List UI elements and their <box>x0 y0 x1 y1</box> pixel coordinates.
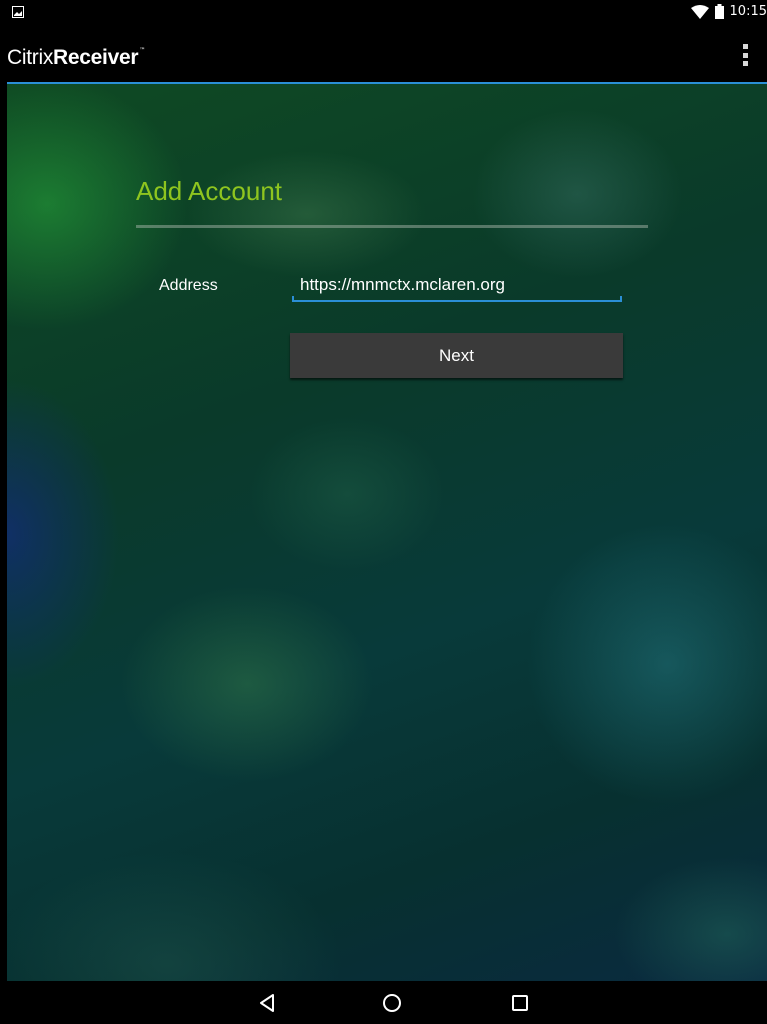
app-bar: CitrixReceiver™ <box>7 28 767 84</box>
app-frame: 10:15 CitrixReceiver™ Add Account Addres… <box>7 0 767 1024</box>
page-title: Add Account <box>136 176 282 206</box>
battery-icon <box>714 4 724 19</box>
address-underline-left <box>292 296 294 302</box>
address-field-wrapper <box>292 270 622 302</box>
notification-icon <box>12 6 24 18</box>
brand-citrix: Citrix <box>7 46 54 69</box>
home-icon[interactable] <box>380 991 404 1015</box>
recents-icon[interactable] <box>508 991 532 1015</box>
overflow-menu-icon[interactable] <box>743 44 749 66</box>
address-underline-right <box>620 296 622 302</box>
brand-receiver: Receiver <box>53 46 139 69</box>
status-bar: 10:15 <box>7 0 767 28</box>
address-input[interactable] <box>292 270 622 300</box>
title-divider <box>136 225 648 228</box>
back-icon[interactable] <box>255 991 279 1015</box>
wifi-icon <box>690 4 709 19</box>
address-label: Address <box>159 277 218 294</box>
status-right: 10:15 <box>690 4 767 19</box>
status-time: 10:15 <box>729 4 767 19</box>
next-button[interactable]: Next <box>290 333 623 378</box>
app-logo: CitrixReceiver™ <box>7 45 145 70</box>
address-underline <box>292 300 622 302</box>
brand-trademark: ™ <box>139 47 145 54</box>
navigation-bar <box>7 981 767 1024</box>
add-account-screen: Add Account Address Next <box>7 84 767 981</box>
